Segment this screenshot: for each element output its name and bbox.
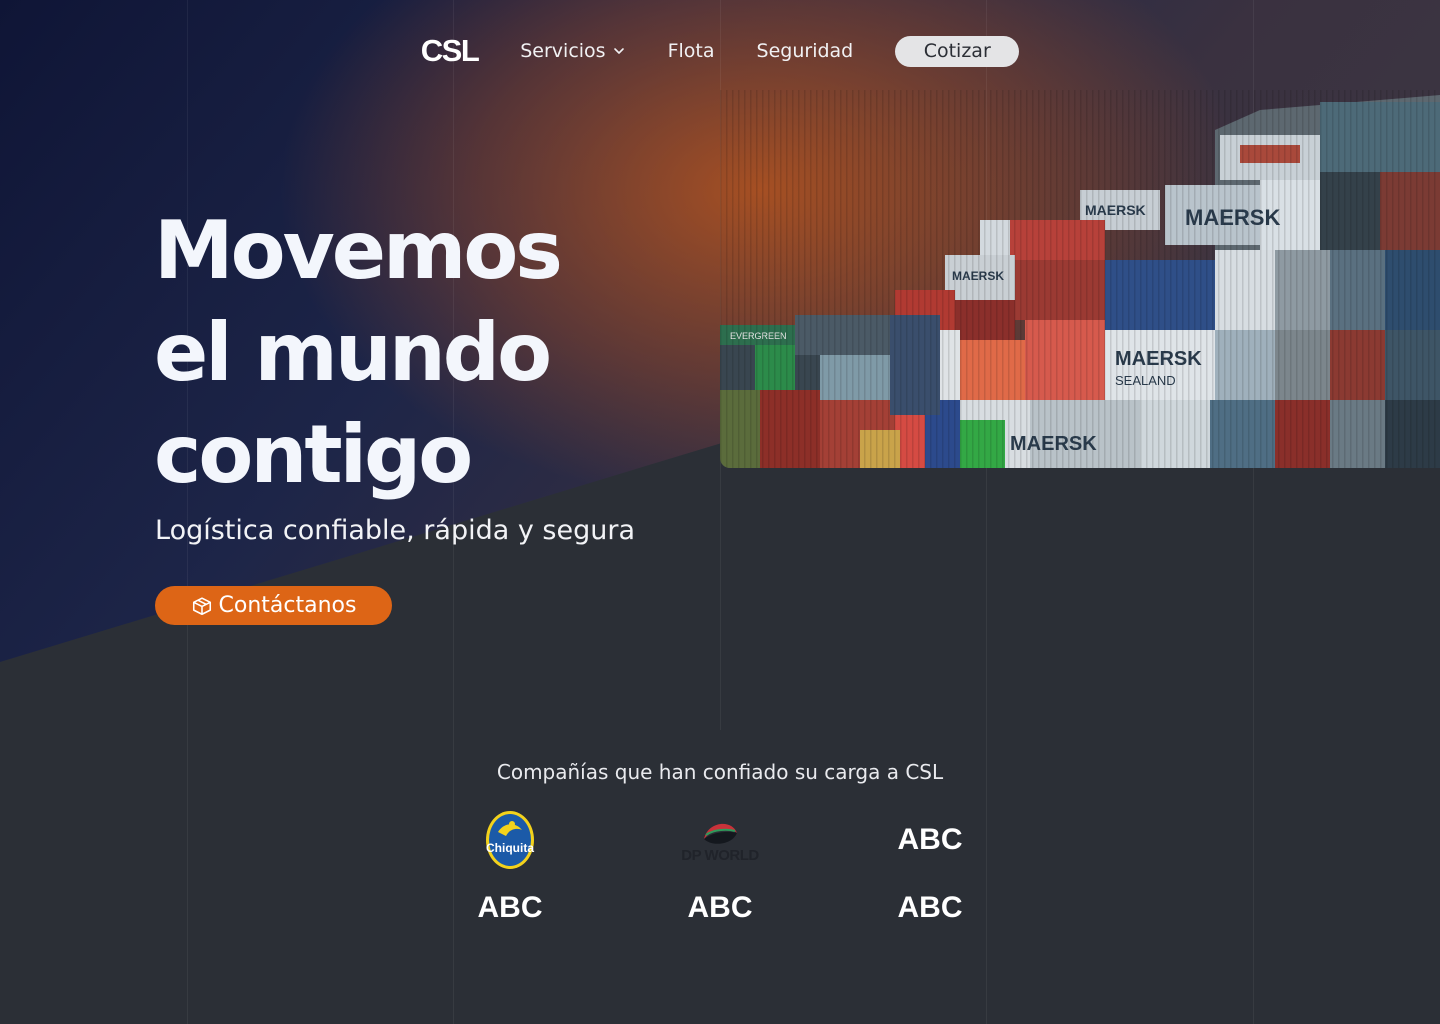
chiquita-logo: Chiquita xyxy=(430,810,590,870)
nav-link-servicios[interactable]: Servicios xyxy=(520,40,625,62)
grid-line xyxy=(187,0,188,1024)
hero-image-containers: MAERSK MAERSK SEALAND MAERSK MAERSK MAER… xyxy=(720,90,1440,468)
chiquita-logo-mark: Chiquita xyxy=(486,811,534,869)
dp-world-logo-mark xyxy=(703,823,737,844)
dp-world-logo: DP WORLD xyxy=(640,810,800,870)
top-navigation: CSL Servicios Flota Seguridad Cotizar xyxy=(0,28,1440,74)
nav-link-flota[interactable]: Flota xyxy=(668,40,715,62)
dp-world-logo-text: DP WORLD xyxy=(681,846,759,864)
partner-logo-abc: ABC xyxy=(897,823,963,856)
hero-subtitle: Logística confiable, rápida y segura xyxy=(155,515,635,546)
partner-logo-abc: ABC xyxy=(897,891,963,924)
partners-heading: Compañías que han confiado su carga a CS… xyxy=(496,760,944,784)
partner-logo-abc: ABC xyxy=(687,891,753,924)
hero-title-line: contigo xyxy=(154,408,473,501)
hero-title-line: el mundo xyxy=(154,306,552,399)
grid-line xyxy=(453,0,454,1024)
contact-button-label: Contáctanos xyxy=(218,593,357,618)
nav-link-label: Servicios xyxy=(520,40,606,62)
logo[interactable]: CSL xyxy=(421,33,480,69)
chiquita-logo-text: Chiquita xyxy=(486,841,534,855)
nav-link-seguridad[interactable]: Seguridad xyxy=(757,40,854,62)
containers-illustration: MAERSK MAERSK SEALAND MAERSK MAERSK MAER… xyxy=(720,90,1440,468)
chevron-down-icon xyxy=(613,48,624,54)
box-icon xyxy=(192,596,211,615)
partner-logo-abc: ABC xyxy=(477,891,543,924)
hero-title: Movemos el mundo contigo xyxy=(154,200,563,506)
cotizar-button[interactable]: Cotizar xyxy=(895,35,1020,67)
contact-button[interactable]: Contáctanos xyxy=(155,586,392,625)
hero-title-line: Movemos xyxy=(154,204,563,297)
